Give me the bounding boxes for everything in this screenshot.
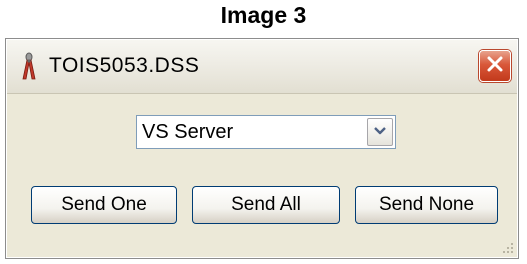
chevron-down-icon [373,123,387,141]
pliers-icon [17,51,41,81]
resize-grip-icon[interactable] [499,239,515,255]
dialog-window: TOIS5053.DSS VS Server Send One Send All… [5,38,519,259]
server-select[interactable]: VS Server [136,115,396,149]
close-button[interactable] [479,50,511,82]
send-one-button[interactable]: Send One [31,186,177,224]
send-all-button[interactable]: Send All [192,186,340,224]
image-caption: Image 3 [220,2,307,28]
send-none-button[interactable]: Send None [355,186,498,224]
close-icon [486,55,504,78]
window-title: TOIS5053.DSS [49,54,200,77]
dialog-body: VS Server Send One Send All Send None [7,94,517,257]
server-select-value: VS Server [142,121,234,143]
dropdown-button[interactable] [367,118,393,146]
title-bar[interactable]: TOIS5053.DSS [7,40,517,94]
